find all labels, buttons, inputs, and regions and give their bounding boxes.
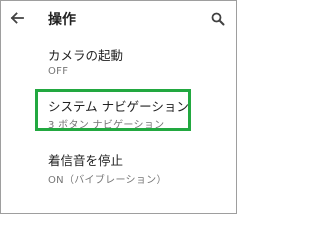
screen: 操作 カメラの起動 OFF システム ナビゲーション 3 ボタン ナビゲーション…: [0, 0, 237, 214]
setting-subtitle: OFF: [48, 66, 69, 77]
page-title: 操作: [48, 12, 76, 28]
setting-subtitle: ON（バイブレーション）: [48, 175, 167, 186]
setting-title: カメラの起動: [48, 48, 124, 63]
search-icon[interactable]: [211, 11, 225, 26]
highlight-box: [35, 89, 191, 131]
arrow-back-icon[interactable]: [9, 10, 25, 26]
setting-camera-launch[interactable]: カメラの起動 OFF: [1, 35, 236, 85]
app-bar: 操作: [1, 1, 236, 35]
setting-mute-ringtone[interactable]: 着信音を停止 ON（バイブレーション）: [1, 141, 236, 191]
setting-title: 着信音を停止: [48, 153, 124, 168]
